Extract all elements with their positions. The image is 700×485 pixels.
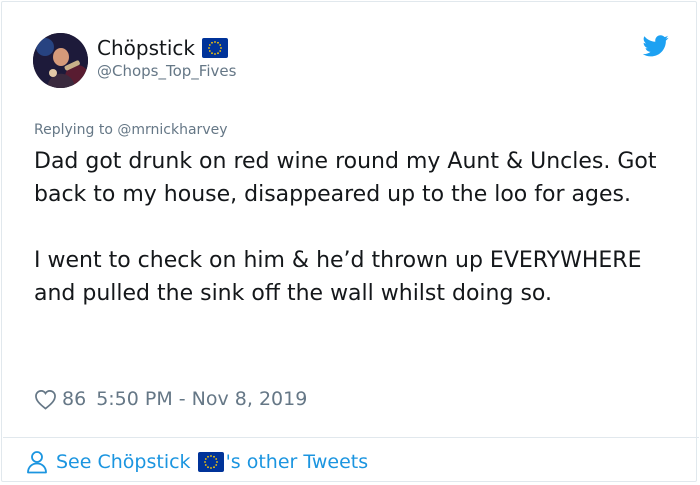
other-tweets-label[interactable]: 's other Tweets (226, 451, 369, 473)
reply-mention-link[interactable]: @mrnickharvey (117, 122, 227, 138)
author-name-row[interactable]: Chöpstick (97, 35, 228, 61)
see-label[interactable]: See Chöpstick (56, 451, 191, 473)
replying-to: Replying to @mrnickharvey (34, 122, 228, 138)
footer-divider (3, 437, 699, 438)
like-count[interactable]: 86 (62, 388, 86, 410)
display-name[interactable]: Chöpstick (97, 36, 195, 60)
tweet-card: Chöpstick @Chops_Top_Fives Replying to @… (1, 1, 699, 482)
person-icon (27, 451, 47, 474)
eu-flag-icon (197, 452, 224, 472)
eu-flag-icon (201, 38, 228, 58)
replying-prefix: Replying to (34, 122, 113, 138)
timestamp[interactable]: 5:50 PM - Nov 8, 2019 (96, 388, 307, 410)
tweet-text: Dad got drunk on red wine round my Aunt … (34, 149, 657, 306)
heart-icon[interactable] (34, 389, 57, 410)
avatar[interactable] (33, 33, 88, 88)
tweet-meta: 86 5:50 PM - Nov 8, 2019 (34, 386, 307, 412)
see-other-tweets-link[interactable]: See Chöpstick 's other Tweets (26, 449, 368, 475)
avatar-photo (33, 33, 88, 88)
user-handle[interactable]: @Chops_Top_Fives (97, 62, 236, 80)
twitter-bird-icon[interactable] (643, 35, 669, 57)
